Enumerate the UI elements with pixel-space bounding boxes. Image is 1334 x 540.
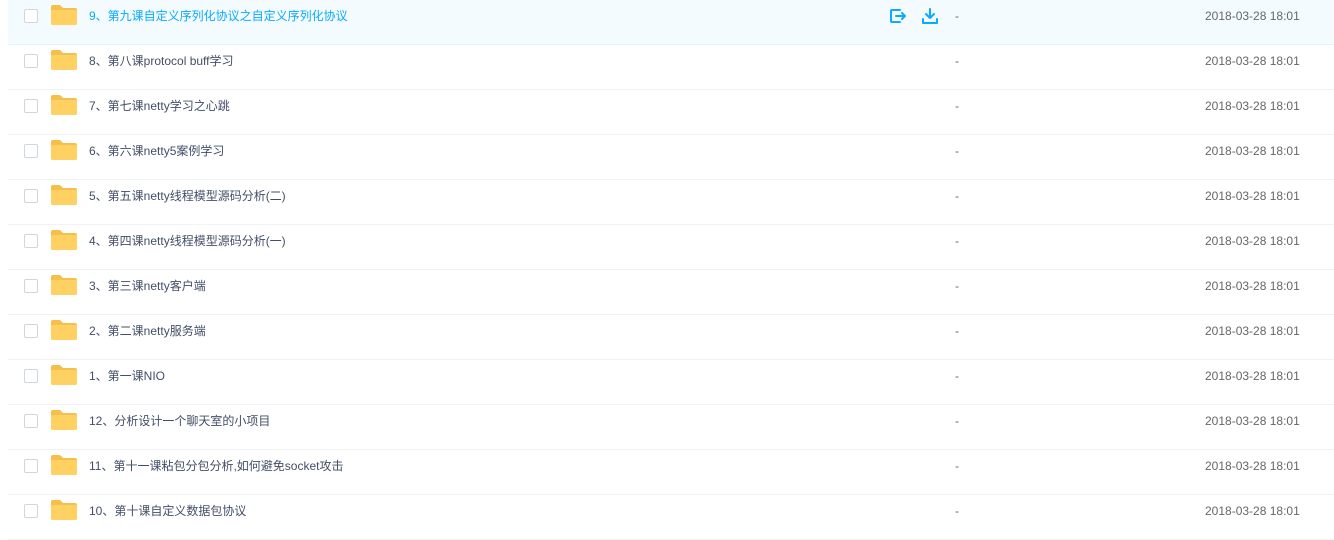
row-checkbox[interactable] bbox=[24, 369, 38, 383]
file-row[interactable]: 4、第四课netty线程模型源码分析(一) - 2018-03-28 18:01 bbox=[8, 225, 1334, 270]
modified-date: 2018-03-28 18:01 bbox=[1205, 369, 1300, 383]
folder-icon[interactable] bbox=[50, 499, 78, 521]
row-checkbox[interactable] bbox=[24, 99, 38, 113]
modified-date: 2018-03-28 18:01 bbox=[1205, 279, 1300, 293]
row-checkbox[interactable] bbox=[24, 279, 38, 293]
row-checkbox[interactable] bbox=[24, 189, 38, 203]
row-actions bbox=[888, 6, 940, 26]
file-row[interactable]: 2、第二课netty服务端 - 2018-03-28 18:01 bbox=[8, 315, 1334, 360]
file-size: - bbox=[955, 324, 959, 338]
modified-date: 2018-03-28 18:01 bbox=[1205, 99, 1300, 113]
modified-date: 2018-03-28 18:01 bbox=[1205, 459, 1300, 473]
modified-date: 2018-03-28 18:01 bbox=[1205, 414, 1300, 428]
file-name-link[interactable]: 12、分析设计一个聊天室的小项目 bbox=[89, 413, 270, 429]
file-size: - bbox=[955, 369, 959, 383]
file-row[interactable]: 1、第一课NIO - 2018-03-28 18:01 bbox=[8, 360, 1334, 405]
folder-icon[interactable] bbox=[50, 364, 78, 386]
folder-icon[interactable] bbox=[50, 49, 78, 71]
folder-icon[interactable] bbox=[50, 94, 78, 116]
download-icon[interactable] bbox=[920, 6, 940, 26]
folder-icon[interactable] bbox=[50, 319, 78, 341]
modified-date: 2018-03-28 18:01 bbox=[1205, 504, 1300, 518]
file-list: 9、第九课自定义序列化协议之自定义序列化协议 -2018-03-28 18:01 8… bbox=[8, 0, 1334, 540]
folder-icon[interactable] bbox=[50, 229, 78, 251]
file-size: - bbox=[955, 279, 959, 293]
file-name-link[interactable]: 4、第四课netty线程模型源码分析(一) bbox=[89, 233, 286, 249]
modified-date: 2018-03-28 18:01 bbox=[1205, 324, 1300, 338]
file-row[interactable]: 3、第三课netty客户端 - 2018-03-28 18:01 bbox=[8, 270, 1334, 315]
row-checkbox[interactable] bbox=[24, 459, 38, 473]
file-size: - bbox=[955, 54, 959, 68]
share-icon[interactable] bbox=[888, 6, 908, 26]
file-name-link[interactable]: 11、第十一课粘包分包分析,如何避免socket攻击 bbox=[89, 458, 343, 474]
row-checkbox[interactable] bbox=[24, 414, 38, 428]
modified-date: 2018-03-28 18:01 bbox=[1205, 54, 1300, 68]
modified-date: 2018-03-28 18:01 bbox=[1205, 189, 1300, 203]
row-checkbox[interactable] bbox=[24, 234, 38, 248]
file-name-link[interactable]: 8、第八课protocol buff学习 bbox=[89, 53, 234, 69]
file-row[interactable]: 11、第十一课粘包分包分析,如何避免socket攻击 - 2018-03-28 18… bbox=[8, 450, 1334, 495]
file-name-link[interactable]: 6、第六课netty5案例学习 bbox=[89, 143, 224, 159]
folder-icon[interactable] bbox=[50, 184, 78, 206]
row-checkbox[interactable] bbox=[24, 9, 38, 23]
file-name-link[interactable]: 7、第七课netty学习之心跳 bbox=[89, 98, 230, 114]
file-size: - bbox=[955, 144, 959, 158]
modified-date: 2018-03-28 18:01 bbox=[1205, 9, 1300, 23]
file-name-link[interactable]: 1、第一课NIO bbox=[89, 368, 165, 384]
file-size: - bbox=[955, 99, 959, 113]
file-size: - bbox=[955, 504, 959, 518]
row-checkbox[interactable] bbox=[24, 54, 38, 68]
file-name-link[interactable]: 5、第五课netty线程模型源码分析(二) bbox=[89, 188, 286, 204]
file-row[interactable]: 8、第八课protocol buff学习 - 2018-03-28 18:01 bbox=[8, 45, 1334, 90]
file-size: - bbox=[955, 414, 959, 428]
file-size: - bbox=[955, 234, 959, 248]
file-name-link[interactable]: 3、第三课netty客户端 bbox=[89, 278, 206, 294]
file-name-link[interactable]: 2、第二课netty服务端 bbox=[89, 323, 206, 339]
file-size: - bbox=[955, 9, 959, 23]
folder-icon[interactable] bbox=[50, 454, 78, 476]
file-row[interactable]: 10、第十课自定义数据包协议 - 2018-03-28 18:01 bbox=[8, 495, 1334, 540]
file-name-link[interactable]: 9、第九课自定义序列化协议之自定义序列化协议 bbox=[89, 8, 348, 24]
file-name-link[interactable]: 10、第十课自定义数据包协议 bbox=[89, 503, 246, 519]
row-checkbox[interactable] bbox=[24, 504, 38, 518]
modified-date: 2018-03-28 18:01 bbox=[1205, 144, 1300, 158]
file-row[interactable]: 6、第六课netty5案例学习 - 2018-03-28 18:01 bbox=[8, 135, 1334, 180]
file-row[interactable]: 12、分析设计一个聊天室的小项目 - 2018-03-28 18:01 bbox=[8, 405, 1334, 450]
file-row[interactable]: 7、第七课netty学习之心跳 - 2018-03-28 18:01 bbox=[8, 90, 1334, 135]
file-size: - bbox=[955, 189, 959, 203]
file-row[interactable]: 9、第九课自定义序列化协议之自定义序列化协议 - 2018-03-28 18:01 bbox=[8, 0, 1334, 45]
modified-date: 2018-03-28 18:01 bbox=[1205, 234, 1300, 248]
file-size: - bbox=[955, 459, 959, 473]
folder-icon[interactable] bbox=[50, 409, 78, 431]
folder-icon[interactable] bbox=[50, 274, 78, 296]
folder-icon[interactable] bbox=[50, 139, 78, 161]
row-checkbox[interactable] bbox=[24, 324, 38, 338]
folder-icon[interactable] bbox=[50, 4, 78, 26]
file-row[interactable]: 5、第五课netty线程模型源码分析(二) - 2018-03-28 18:01 bbox=[8, 180, 1334, 225]
row-checkbox[interactable] bbox=[24, 144, 38, 158]
